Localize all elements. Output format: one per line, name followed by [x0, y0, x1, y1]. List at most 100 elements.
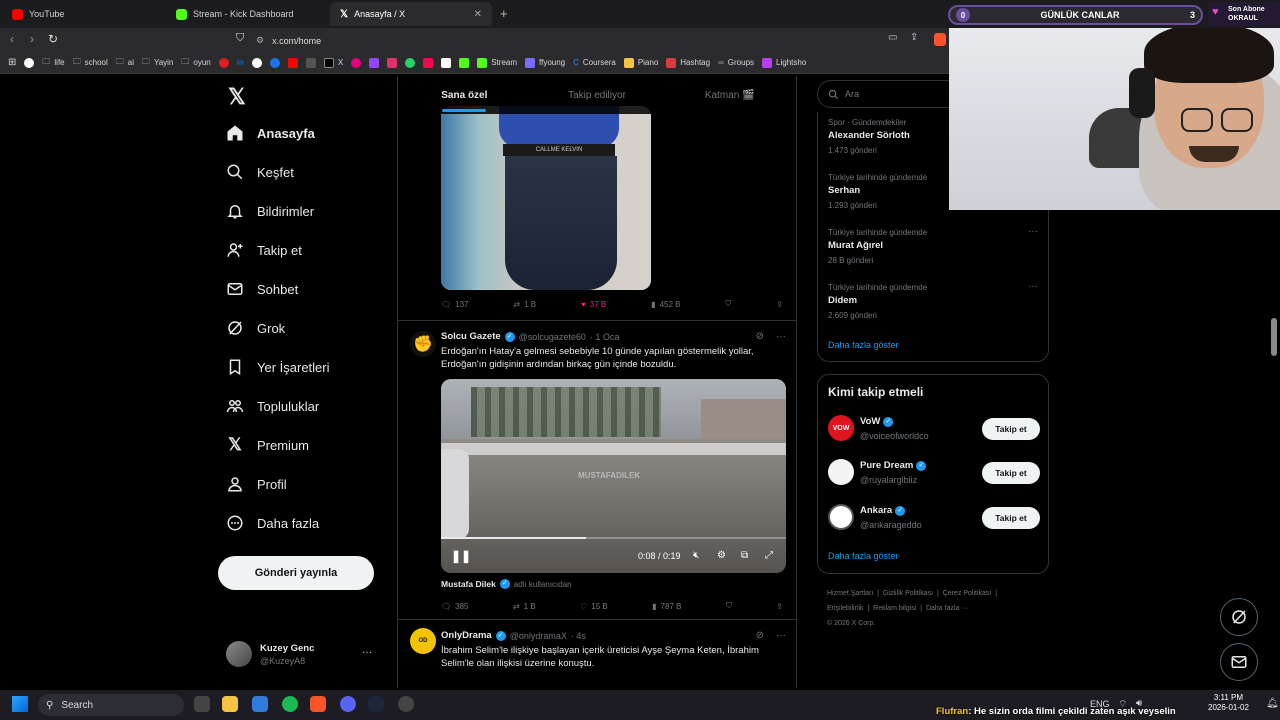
tab-for-you[interactable]: Sana özel	[398, 76, 531, 114]
messages-float-button[interactable]	[1220, 643, 1258, 681]
address-bar[interactable]: ⚙ x.com/home	[256, 32, 946, 49]
share-icon[interactable]: ⇪	[910, 32, 918, 43]
notification-bell-icon[interactable]: 🔔︎	[1266, 698, 1279, 709]
nav-item-explore[interactable]: Keşfet	[226, 163, 294, 181]
post-time[interactable]: · 4s	[571, 631, 586, 641]
instagram-icon[interactable]	[387, 57, 398, 68]
follow-suggestion[interactable]: VOW VoW ✓ @voiceofworldco Takip et	[828, 415, 1040, 445]
avatar[interactable]: ✊	[410, 331, 436, 357]
trend-item[interactable]: Spor · Gündemdekiler Alexander Sörloth 1…	[828, 118, 910, 155]
author-handle[interactable]: @onlydramaX	[510, 631, 567, 641]
cast-icon[interactable]: ▭	[888, 32, 897, 43]
whatsapp-icon[interactable]	[405, 57, 416, 68]
nav-item-communities[interactable]: Topluluklar	[226, 397, 319, 415]
author-handle[interactable]: @solcugazete60	[519, 332, 586, 342]
fullscreen-icon[interactable]: ⤢	[765, 550, 773, 561]
footer-link[interactable]: Daha fazla ···	[926, 605, 968, 612]
trend-item[interactable]: Türkiye tarihinde gündemde Murat Ağırel …	[828, 228, 927, 265]
task-view-icon[interactable]	[194, 696, 210, 712]
page-scrollbar[interactable]	[1271, 318, 1277, 356]
photos-icon[interactable]	[252, 696, 268, 712]
footer-link[interactable]: Reklam bilgisi	[873, 605, 916, 612]
bookmark-piano[interactable]: Piano	[623, 57, 658, 68]
reply-button[interactable]: 🗨 385	[441, 601, 469, 611]
reload-icon[interactable]: ↻	[48, 32, 58, 46]
pause-icon[interactable]: ❚❚	[451, 549, 471, 563]
tab-youtube[interactable]: YouTube	[2, 2, 164, 26]
tumblr-icon[interactable]	[423, 57, 434, 68]
views-button[interactable]: ▮ 452 B	[651, 299, 680, 309]
nav-item-chat[interactable]: Sohbet	[226, 280, 298, 298]
repost-button[interactable]: ⇄ 1 B	[513, 299, 536, 309]
nav-item-profile[interactable]: Profil	[226, 475, 287, 493]
share-button[interactable]: ⇪	[776, 601, 783, 611]
bookmark-gray-icon[interactable]	[305, 57, 316, 68]
settings-icon[interactable]: ⚙	[717, 550, 726, 561]
video-player[interactable]: MUSTAFADILEK ❚❚ 0:08 / 0:19 🔇︎ ⚙ ⧉ ⤢	[441, 379, 786, 573]
trend-item[interactable]: Türkiye tarihinde gündemde Didem 2.609 g…	[828, 283, 927, 320]
show-more-trends-link[interactable]: Daha fazla göster	[828, 340, 899, 350]
nav-item-notifications[interactable]: Bildirimler	[226, 202, 314, 220]
follow-suggestion[interactable]: Pure Dream ✓ @ruyalargibiiz Takip et	[828, 459, 1040, 489]
pip-icon[interactable]: ⧉	[741, 550, 748, 561]
kick-icon[interactable]	[459, 57, 470, 68]
bookmark-button[interactable]: ⛉	[725, 299, 731, 309]
show-more-follow-link[interactable]: Daha fazla göster	[828, 551, 899, 561]
taskbar-search[interactable]: ⚲ Search	[38, 694, 184, 716]
bookmark-page-icon[interactable]: ⛉	[236, 32, 244, 45]
bookmark-folder-school[interactable]: 🗀 school	[73, 56, 108, 70]
bookmark-x[interactable]: X	[323, 57, 343, 68]
youtube-bookmark-icon[interactable]	[287, 57, 298, 68]
taskbar-clock[interactable]: 3:11 PM 2026-01-02	[1208, 693, 1249, 713]
avatar[interactable]: OD	[410, 628, 436, 654]
bookmark-hashtag[interactable]: Hashtag	[666, 57, 710, 68]
bookmark-pink-icon[interactable]	[351, 57, 362, 68]
bookmark-lightshot[interactable]: Lightsho	[762, 57, 806, 68]
bookmark-red-icon[interactable]	[218, 57, 229, 68]
new-tab-button[interactable]: +	[500, 6, 508, 21]
more-icon[interactable]: ···	[362, 647, 372, 658]
video-progress-track[interactable]	[441, 537, 786, 539]
follow-suggestion[interactable]: Ankara ✓ @ankarageddo Takip et	[828, 504, 1040, 534]
post-time[interactable]: · 1 Oca	[590, 332, 620, 342]
author-name[interactable]: OnlyDrama	[441, 630, 492, 641]
brave-shield-icon[interactable]	[934, 33, 946, 46]
post-image[interactable]: CALLME KELVIN	[441, 106, 651, 290]
nav-item-follow[interactable]: Takip et	[226, 241, 302, 259]
bookmark-groups[interactable]: ∞ Groups	[718, 58, 754, 67]
spotify-icon[interactable]	[282, 696, 298, 712]
site-settings-icon[interactable]: ⚙	[256, 35, 264, 46]
brave-icon[interactable]	[310, 696, 326, 712]
like-button[interactable]: ♥ 37 B	[581, 299, 606, 309]
nav-item-grok[interactable]: Grok	[226, 319, 285, 337]
steam-icon[interactable]	[368, 696, 384, 712]
tab-katman[interactable]: Katman 🎬	[663, 76, 796, 114]
tab-kick[interactable]: Stream - Kick Dashboard	[166, 2, 328, 26]
credit-name[interactable]: Mustafa Dilek	[441, 579, 496, 589]
author-name[interactable]: Solcu Gazete	[441, 331, 501, 342]
reply-button[interactable]: 🗨 137	[441, 299, 469, 309]
bookmark-folder-life[interactable]: 🗀 life	[42, 56, 64, 70]
chrome-icon[interactable]	[251, 57, 262, 68]
footer-link[interactable]: Hizmet Şartları	[827, 590, 873, 597]
bookmark-folder-ai[interactable]: 🗀 ai	[116, 56, 134, 70]
bookmark-stream[interactable]: Stream	[477, 57, 517, 68]
bookmark-google[interactable]	[24, 57, 35, 68]
bookmark-ffyoung[interactable]: ffyoung	[525, 57, 565, 68]
post[interactable]: ✊ Solcu Gazete ✓ @solcugazete60 · 1 Oca …	[398, 320, 796, 618]
nav-item-bookmarks[interactable]: Yer İşaretleri	[226, 358, 330, 376]
tab-x-home[interactable]: 𝕏 Anasayfa / X ✕	[330, 2, 492, 26]
back-icon[interactable]: ‹	[10, 32, 14, 46]
x-logo-icon[interactable]: 𝕏	[228, 84, 246, 110]
obs-icon[interactable]	[398, 696, 414, 712]
nav-item-home[interactable]: Anasayfa	[226, 124, 315, 142]
repost-button[interactable]: ⇄ 1 B	[513, 601, 536, 611]
bookmark-coursera[interactable]: C Coursera	[573, 58, 616, 67]
follow-button[interactable]: Takip et	[982, 507, 1040, 529]
footer-link[interactable]: Çerez Politikası	[943, 590, 992, 597]
follow-button[interactable]: Takip et	[982, 418, 1040, 440]
bookmark-blue-icon[interactable]	[269, 57, 280, 68]
forward-icon[interactable]: ›	[30, 32, 34, 46]
bookmark-folder-yayin[interactable]: 🗀 Yayin	[142, 56, 173, 70]
post-button[interactable]: Gönderi yayınla	[218, 556, 374, 590]
